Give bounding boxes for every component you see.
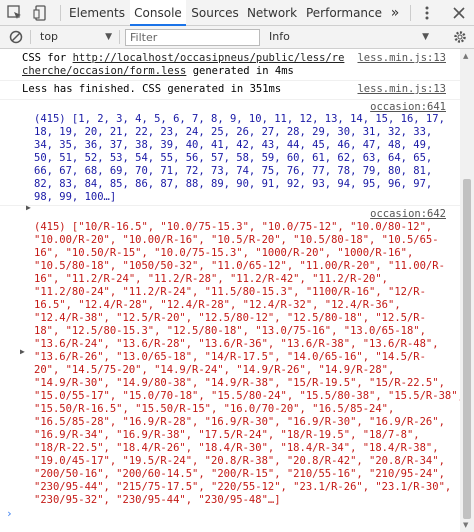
array-line: 98, 99, 100…] <box>34 191 117 203</box>
scroll-thumb[interactable] <box>463 179 471 519</box>
chevron-down-icon: ▼ <box>105 32 112 42</box>
inspect-element-icon[interactable] <box>6 4 24 22</box>
console-message: CSS for http://localhost/occasipneus/pub… <box>0 49 460 81</box>
console-message: occasion:641 ▶ (415) [1, 2, 3, 4, 5, 6, … <box>0 99 460 212</box>
array-line: "10.00/R-20", "10.00/R-16", "10.5/R-20",… <box>34 234 439 246</box>
source-link[interactable]: occasion:642 <box>370 208 446 221</box>
settings-gear-icon[interactable] <box>452 29 468 45</box>
array-line: 18", "12.5/80-15.3", "12.5/80-18", "13.0… <box>34 325 426 337</box>
close-icon[interactable] <box>450 4 468 22</box>
tab-console[interactable]: Console <box>130 0 186 26</box>
array-line: (415) ["10/R-16.5", "10.0/75-15.3", "10.… <box>34 221 433 233</box>
array-line: 16", "11.2/R-24", "11.2/R-28", "11.2/R-4… <box>34 273 389 285</box>
toolbar-divider <box>60 5 61 21</box>
console-message: occasion:642 ▶ (415) ["10/R-16.5", "10.0… <box>0 205 460 532</box>
array-line: 20", "14.5/75-20", "14.9/R-24", "14.9/R-… <box>34 364 395 376</box>
message-prefix: CSS for <box>22 52 73 64</box>
log-level-selector[interactable]: Info ▼ <box>265 29 435 45</box>
tab-elements[interactable]: Elements <box>66 0 128 25</box>
array-line: "15.0/55-17", "15.0/70-18", "15.5/80-24"… <box>34 390 460 402</box>
kebab-menu-icon[interactable] <box>418 4 436 22</box>
tab-network[interactable]: Network <box>244 0 300 25</box>
filter-input[interactable]: Filter <box>125 29 260 46</box>
array-line: "18/R-22.5", "18.4/R-26", "18.4/R-30", "… <box>34 442 439 454</box>
scroll-down-arrow-icon[interactable]: ▼ <box>463 521 468 529</box>
message-text: CSS for http://localhost/occasipneus/pub… <box>22 52 344 65</box>
toolbar-divider <box>119 30 120 44</box>
expand-arrow-icon[interactable]: ▶ <box>20 347 25 356</box>
devtools-tab-bar: Elements Console Sources Network Perform… <box>0 0 474 26</box>
console-scrollbar[interactable]: ▲ ▼ <box>460 49 474 532</box>
array-line: 16", "10.50/R-15", "10.0/75-15.3", "1000… <box>34 247 414 259</box>
context-selector[interactable]: top ▼ <box>36 29 114 45</box>
source-link[interactable]: less.min.js:13 <box>357 83 446 96</box>
array-line: 16.5", "12.4/R-28", "12.4/R-28", "12.4/R… <box>34 299 401 311</box>
array-line: 66, 67, 68, 69, 70, 71, 72, 73, 74, 75, … <box>34 165 433 177</box>
array-line: "200/50-16", "200/60-14.5", "200/R-15", … <box>34 468 445 480</box>
clear-console-icon[interactable] <box>8 29 24 45</box>
more-tabs-button[interactable]: » <box>386 0 404 25</box>
array-line: "11.2/80-24", "11.2/R-24", "11.5/80-15.3… <box>34 286 426 298</box>
console-prompt[interactable]: › <box>6 507 13 520</box>
chevron-down-icon: ▼ <box>422 32 429 42</box>
toolbar-divider <box>410 5 411 21</box>
array-line: "230/95-32", "230/95-44", "230/95-48"…] <box>34 494 281 506</box>
array-line: "19.0/45-17", "19.5/R-24", "20.8/R-38", … <box>34 455 445 467</box>
array-line: "230/95-44", "215/75-17.5", "220/55-12",… <box>34 481 452 493</box>
message-text: cherche/occasion/form.less generated in … <box>22 65 294 78</box>
source-link[interactable]: occasion:641 <box>370 101 446 114</box>
console-message: Less has finished. CSS generated in 351m… <box>0 80 460 100</box>
array-line: 18, 19, 20, 21, 22, 23, 24, 25, 26, 27, … <box>34 126 433 138</box>
toolbar-divider <box>30 30 31 44</box>
message-text: Less has finished. CSS generated in 351m… <box>22 83 282 95</box>
device-toolbar-icon[interactable] <box>32 4 50 22</box>
tab-sources[interactable]: Sources <box>188 0 242 25</box>
console-toolbar: top ▼ Filter Info ▼ <box>0 26 474 49</box>
array-line: "13.6/R-26", "13.0/65-18", "14/R-17.5", … <box>34 351 426 363</box>
array-line: 34, 35, 36, 37, 38, 39, 40, 41, 42, 43, … <box>34 139 433 151</box>
array-line: "16.5/85-28", "16.9/R-28", "16.9/R-30", … <box>34 416 445 428</box>
stylesheet-link[interactable]: http://localhost/occasipneus/public/less… <box>73 52 345 64</box>
array-line: "14.9/R-30", "14.9/80-38", "14.9/R-38", … <box>34 377 445 389</box>
stylesheet-link[interactable]: cherche/occasion/form.less <box>22 65 186 77</box>
array-line: "10.5/80-18", "1050/50-32", "11.0/65-12"… <box>34 260 445 272</box>
source-link[interactable]: less.min.js:13 <box>357 52 446 65</box>
console-output: CSS for http://localhost/occasipneus/pub… <box>0 49 460 532</box>
array-line: "13.6/R-24", "13.6/R-28", "13.6/R-36", "… <box>34 338 439 350</box>
array-line: "15.50/R-16.5", "15.50/R-15", "16.0/70-2… <box>34 403 395 415</box>
array-line: "12.4/R-38", "12.5/R-20", "12.5/80-12", … <box>34 312 426 324</box>
array-line: 50, 51, 52, 53, 54, 55, 56, 57, 58, 59, … <box>34 152 433 164</box>
message-suffix: generated in 4ms <box>186 65 294 77</box>
context-value: top <box>40 30 59 43</box>
array-line: 82, 83, 84, 85, 86, 87, 88, 89, 90, 91, … <box>34 178 433 190</box>
tab-performance[interactable]: Performance <box>304 0 384 25</box>
array-line: (415) [1, 2, 3, 4, 5, 6, 7, 8, 9, 10, 11… <box>34 113 445 125</box>
log-level-value: Info <box>269 30 290 43</box>
scroll-up-arrow-icon[interactable]: ▲ <box>463 52 468 60</box>
array-line: "16.9/R-34", "16.9/R-38", "17.5/R-24", "… <box>34 429 420 441</box>
